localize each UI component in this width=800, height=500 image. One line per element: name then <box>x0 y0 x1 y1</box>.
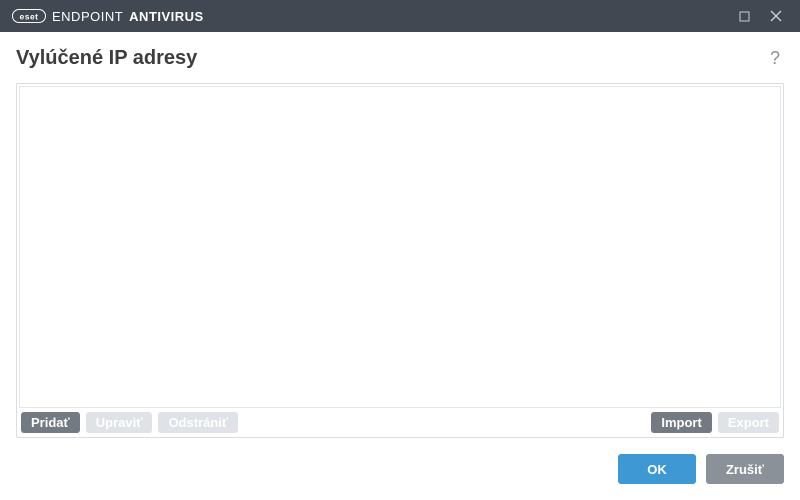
add-button[interactable]: Pridať <box>21 412 80 433</box>
list-frame: Pridať Upraviť Odstrániť Import Export <box>16 83 784 438</box>
page-title: Vylúčené IP adresy <box>16 47 197 70</box>
header-row: Vylúčené IP adresy ? <box>16 46 784 71</box>
import-button[interactable]: Import <box>651 412 711 433</box>
dialog-footer: OK Zrušiť <box>0 438 800 500</box>
ok-button[interactable]: OK <box>618 454 696 484</box>
brand: eset ENDPOINT ANTIVIRUS <box>12 9 204 24</box>
edit-button: Upraviť <box>86 412 153 433</box>
brand-name-suffix: ANTIVIRUS <box>129 9 204 24</box>
help-icon[interactable]: ? <box>766 46 784 71</box>
brand-logo-icon: eset <box>12 9 46 23</box>
svg-text:eset: eset <box>19 12 38 22</box>
cancel-button[interactable]: Zrušiť <box>706 454 784 484</box>
close-button[interactable] <box>760 0 792 32</box>
content-area: Vylúčené IP adresy ? Pridať Upraviť Odst… <box>0 32 800 438</box>
export-button: Export <box>718 412 779 433</box>
list-action-row: Pridať Upraviť Odstrániť Import Export <box>19 408 781 435</box>
maximize-button[interactable] <box>728 0 760 32</box>
excluded-ip-list[interactable] <box>19 86 781 408</box>
remove-button: Odstrániť <box>158 412 238 433</box>
titlebar: eset ENDPOINT ANTIVIRUS <box>0 0 800 32</box>
brand-name-prefix: ENDPOINT <box>52 9 123 24</box>
